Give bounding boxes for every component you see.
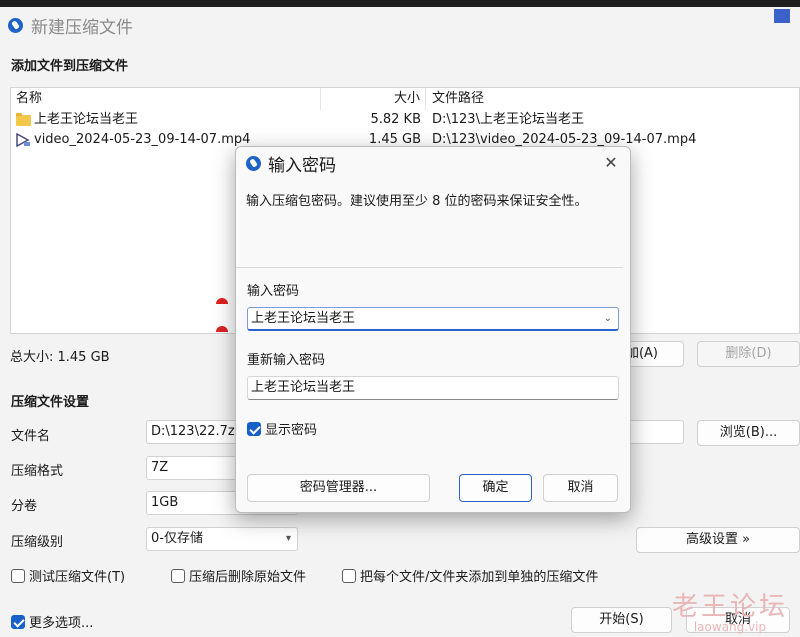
more-options-checkbox[interactable] [11, 614, 25, 629]
show-password-checkbox[interactable] [247, 421, 261, 436]
password-input[interactable]: 上老王论坛当老王 ⌄ [247, 307, 619, 331]
chevron-down-icon: ▾ [285, 533, 291, 544]
separate-archives-checkbox[interactable] [342, 568, 356, 583]
browse-button[interactable]: 浏览(B)... [697, 420, 800, 446]
password-value: 上老王论坛当老王 [251, 311, 356, 326]
password-manager-button[interactable]: 密码管理器... [247, 474, 430, 502]
level-select[interactable]: 0-仅存储 ▾ [146, 527, 298, 551]
dialog-titlebar: 输入密码 ✕ [236, 147, 630, 180]
format-value: 7Z [151, 460, 169, 475]
column-header-name[interactable]: 名称 [11, 88, 321, 110]
marker-icon [216, 298, 228, 304]
ok-button[interactable]: 确定 [459, 474, 532, 502]
password-label: 输入密码 [247, 284, 300, 299]
video-icon [16, 133, 30, 147]
separate-archives-label: 把每个文件/文件夹添加到单独的压缩文件 [360, 570, 599, 585]
split-label: 分卷 [11, 499, 38, 514]
dialog-description: 输入压缩包密码。建议使用至少 8 位的密码来保证安全性。 [246, 194, 588, 209]
watermark-url: laowang.vip [693, 620, 767, 634]
file-path: D:\123\上老王论坛当老王 [432, 112, 584, 127]
test-archive-label: 测试压缩文件(T) [29, 570, 126, 585]
marker-icon [216, 326, 228, 332]
watermark-text: 老王论坛 [671, 592, 788, 622]
delete-after-label: 压缩后删除原始文件 [189, 570, 307, 585]
level-value: 0-仅存储 [151, 531, 203, 546]
add-files-section-label: 添加文件到压缩文件 [11, 59, 129, 74]
delete-button[interactable]: 删除(D) [697, 341, 800, 367]
password-dialog: 输入密码 ✕ 输入压缩包密码。建议使用至少 8 位的密码来保证安全性。 输入密码… [235, 146, 631, 513]
settings-section-label: 压缩文件设置 [11, 395, 90, 410]
test-archive-option[interactable]: 测试压缩文件(T) [11, 566, 125, 585]
level-label: 压缩级别 [11, 535, 64, 550]
advanced-settings-button[interactable]: 高级设置 » [636, 527, 800, 553]
dialog-title: 输入密码 [268, 156, 336, 176]
file-size: 5.82 KB [370, 112, 421, 127]
show-password-option[interactable]: 显示密码 [247, 419, 317, 438]
dialog-divider [236, 267, 623, 268]
more-options[interactable]: 更多选项... [11, 612, 93, 631]
reenter-password-input[interactable]: 上老王论坛当老王 [247, 376, 619, 400]
delete-after-checkbox[interactable] [171, 568, 185, 583]
chevron-down-icon[interactable]: ⌄ [604, 308, 612, 329]
column-header-size[interactable]: 大小 [321, 88, 426, 110]
show-password-label: 显示密码 [265, 423, 318, 438]
watermark: 老王论坛 laowang.vip [672, 593, 788, 633]
total-size: 总大小: 1.45 GB [10, 350, 110, 365]
main-titlebar: 新建压缩文件 [0, 7, 800, 43]
delete-after-option[interactable]: 压缩后删除原始文件 [171, 566, 306, 585]
reenter-password-label: 重新输入密码 [247, 353, 326, 368]
file-name: video_2024-05-23_09-14-07.mp4 [34, 132, 251, 147]
file-name: 上老王论坛当老王 [34, 112, 139, 127]
file-list-header: 名称 大小 文件路径 [11, 88, 799, 110]
split-value: 1GB [151, 495, 179, 510]
window-title: 新建压缩文件 [31, 17, 133, 38]
dialog-cancel-button[interactable]: 取消 [543, 474, 618, 502]
separate-archives-option[interactable]: 把每个文件/文件夹添加到单独的压缩文件 [342, 566, 598, 585]
folder-icon [16, 112, 31, 126]
column-header-path[interactable]: 文件路径 [426, 88, 484, 110]
close-icon[interactable]: ✕ [602, 153, 620, 173]
more-options-label: 更多选项... [29, 616, 94, 631]
app-logo-icon [8, 17, 23, 33]
filename-label: 文件名 [11, 429, 51, 444]
file-list-row[interactable]: 上老王论坛当老王 5.82 KB D:\123\上老王论坛当老王 [11, 110, 799, 130]
start-button[interactable]: 开始(S) [571, 607, 672, 633]
window-control-icon[interactable] [774, 9, 790, 23]
app-logo-icon [246, 156, 261, 171]
format-label: 压缩格式 [11, 464, 64, 479]
test-archive-checkbox[interactable] [11, 568, 25, 583]
